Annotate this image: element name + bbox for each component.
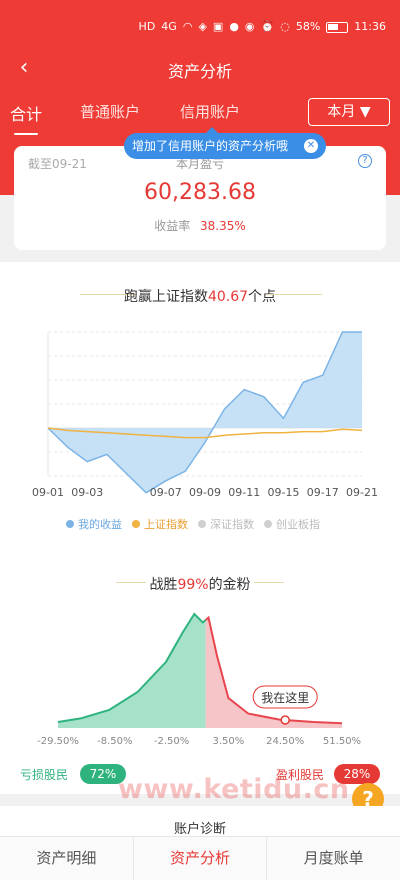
mute-icon: ◌: [280, 20, 290, 33]
diagnosis-title: 账户诊断: [173, 822, 226, 837]
app-icon: ▣: [212, 20, 224, 33]
clock-time: 11:36: [354, 20, 386, 33]
title-divider-right: [266, 294, 322, 295]
index-title-prefix: 跑赢上证指数: [123, 289, 208, 305]
my-position-marker: [280, 715, 290, 725]
legend-shanghai-index[interactable]: 上证指数: [132, 516, 188, 532]
page-title: 资产分析: [167, 62, 232, 81]
alarm-icon: ⏰: [260, 20, 275, 33]
dist-x-tick-label: -8.50%: [97, 736, 132, 744]
x-tick-label: 09-09: [189, 486, 221, 499]
legend-dot-my-return: [66, 520, 74, 528]
profit-area: [205, 617, 342, 728]
return-rate-value: 38.35%: [200, 219, 246, 233]
legend-dot-shanghai-index: [132, 520, 140, 528]
bottom-nav: 资产明细 资产分析 月度账单: [0, 836, 400, 880]
x-tick-label: 09-01: [32, 486, 64, 499]
dist-x-tick-label: 24.50%: [266, 736, 304, 744]
tab-normal-account[interactable]: 普通账户: [80, 101, 140, 122]
index-title-suffix: 个点: [248, 289, 277, 305]
chart-legend: 我的收益 上证指数 深证指数 创业板指: [66, 516, 320, 532]
hd-icon: HD: [138, 20, 156, 33]
winner-divider-right: [254, 582, 284, 583]
dist-x-tick-label: -2.50%: [154, 736, 189, 744]
return-rate-label: 收益率: [154, 219, 191, 233]
status-icons: HD 4G ◠ ◈ ▣ ● ◉ ⏰ ◌ 58% 11:36: [139, 20, 386, 34]
bottom-nav-asset-analysis[interactable]: 资产分析: [134, 837, 268, 880]
index-section-title: 跑赢上证指数40.67个点: [0, 286, 400, 306]
legend-label-shanghai-index: 上证指数: [144, 518, 188, 531]
message-icon: ◉: [244, 20, 255, 33]
return-rate-row: 收益率 38.35%: [14, 217, 386, 234]
period-dropdown[interactable]: 本月 ▼: [308, 98, 390, 126]
legend-label-chinext-index: 创业板指: [276, 518, 320, 531]
chat-icon: ●: [229, 20, 239, 33]
caret-down-icon: ▼: [359, 104, 371, 120]
x-tick-label: 09-11: [228, 486, 260, 499]
legend-dot-shenzhen-index: [198, 520, 206, 528]
loss-group-label: 亏损股民: [20, 768, 69, 782]
legend-shenzhen-index[interactable]: 深证指数: [198, 516, 254, 532]
distribution-chart: -29.50% -8.50% -2.50% 3.50% 24.50% 51.50% 我在这里: [37, 612, 361, 744]
summary-card: 截至09-21 本月盈亏 ? 60,283.68 收益率 38.35%: [14, 146, 386, 250]
network-4g-icon: 4G: [161, 20, 177, 33]
tooltip-text: 增加了信用账户的资产分析哦: [132, 139, 289, 153]
tab-credit-account[interactable]: 信用账户: [180, 101, 240, 122]
legend-label-shenzhen-index: 深证指数: [210, 518, 254, 531]
tab-total[interactable]: 合计: [10, 101, 42, 135]
bottom-nav-monthly-bill[interactable]: 月度账单: [267, 837, 400, 880]
battery-percent: 58%: [295, 20, 321, 33]
return-comparison-chart: 09-01 09-03 09-07 09-09 09-11 09-15 09-17 09-21: [32, 331, 378, 499]
x-tick-label: 09-15: [268, 486, 300, 499]
watermark-text: www.ketidu.cn: [118, 774, 350, 805]
my-position-label: 我在这里: [261, 690, 309, 705]
winner-title-value: 99%: [177, 577, 209, 593]
wifi-icon: ◠: [182, 20, 193, 33]
legend-chinext-index[interactable]: 创业板指: [264, 516, 320, 532]
close-icon[interactable]: ✕: [304, 139, 318, 153]
legend-dot-chinext-index: [264, 520, 272, 528]
winner-section-title: 战胜99%的金粉: [0, 574, 400, 594]
legend-my-return[interactable]: 我的收益: [66, 516, 122, 532]
credit-account-tooltip: 增加了信用账户的资产分析哦 ✕: [124, 127, 326, 159]
status-bar: HD 4G ◠ ◈ ▣ ● ◉ ⏰ ◌ 58% 11:36: [0, 0, 400, 48]
period-label: 本月: [327, 104, 356, 120]
battery-icon: [326, 21, 349, 33]
winner-title-suffix: 的金粉: [208, 577, 251, 593]
index-title-value: 40.67: [207, 289, 249, 305]
dist-x-tick-label: 3.50%: [213, 736, 245, 744]
winner-title-prefix: 战胜: [149, 577, 178, 593]
shield-icon: ◈: [198, 20, 207, 33]
analysis-panel: 跑赢上证指数40.67个点 09-01 09-03 09-07 09-09 09-11 0…: [0, 262, 400, 794]
bottom-nav-asset-detail[interactable]: 资产明细: [0, 837, 134, 880]
nav-bar: ‹ 资产分析: [0, 52, 400, 86]
help-icon[interactable]: ?: [358, 154, 372, 168]
dist-x-tick-label: 51.50%: [323, 736, 361, 744]
profit-amount: 60,283.68: [144, 180, 256, 205]
legend-label-my-return: 我的收益: [78, 518, 122, 531]
dist-x-tick-label: -29.50%: [37, 736, 79, 744]
x-tick-label: 09-03: [71, 486, 103, 499]
diagnosis-card[interactable]: 账户诊断: [0, 806, 400, 837]
account-tabs: 合计 普通账户 信用账户 本月 ▼: [0, 98, 400, 135]
x-tick-label: 09-17: [307, 486, 339, 499]
x-tick-label: 09-21: [346, 486, 378, 499]
x-tick-label: 09-07: [150, 486, 182, 499]
